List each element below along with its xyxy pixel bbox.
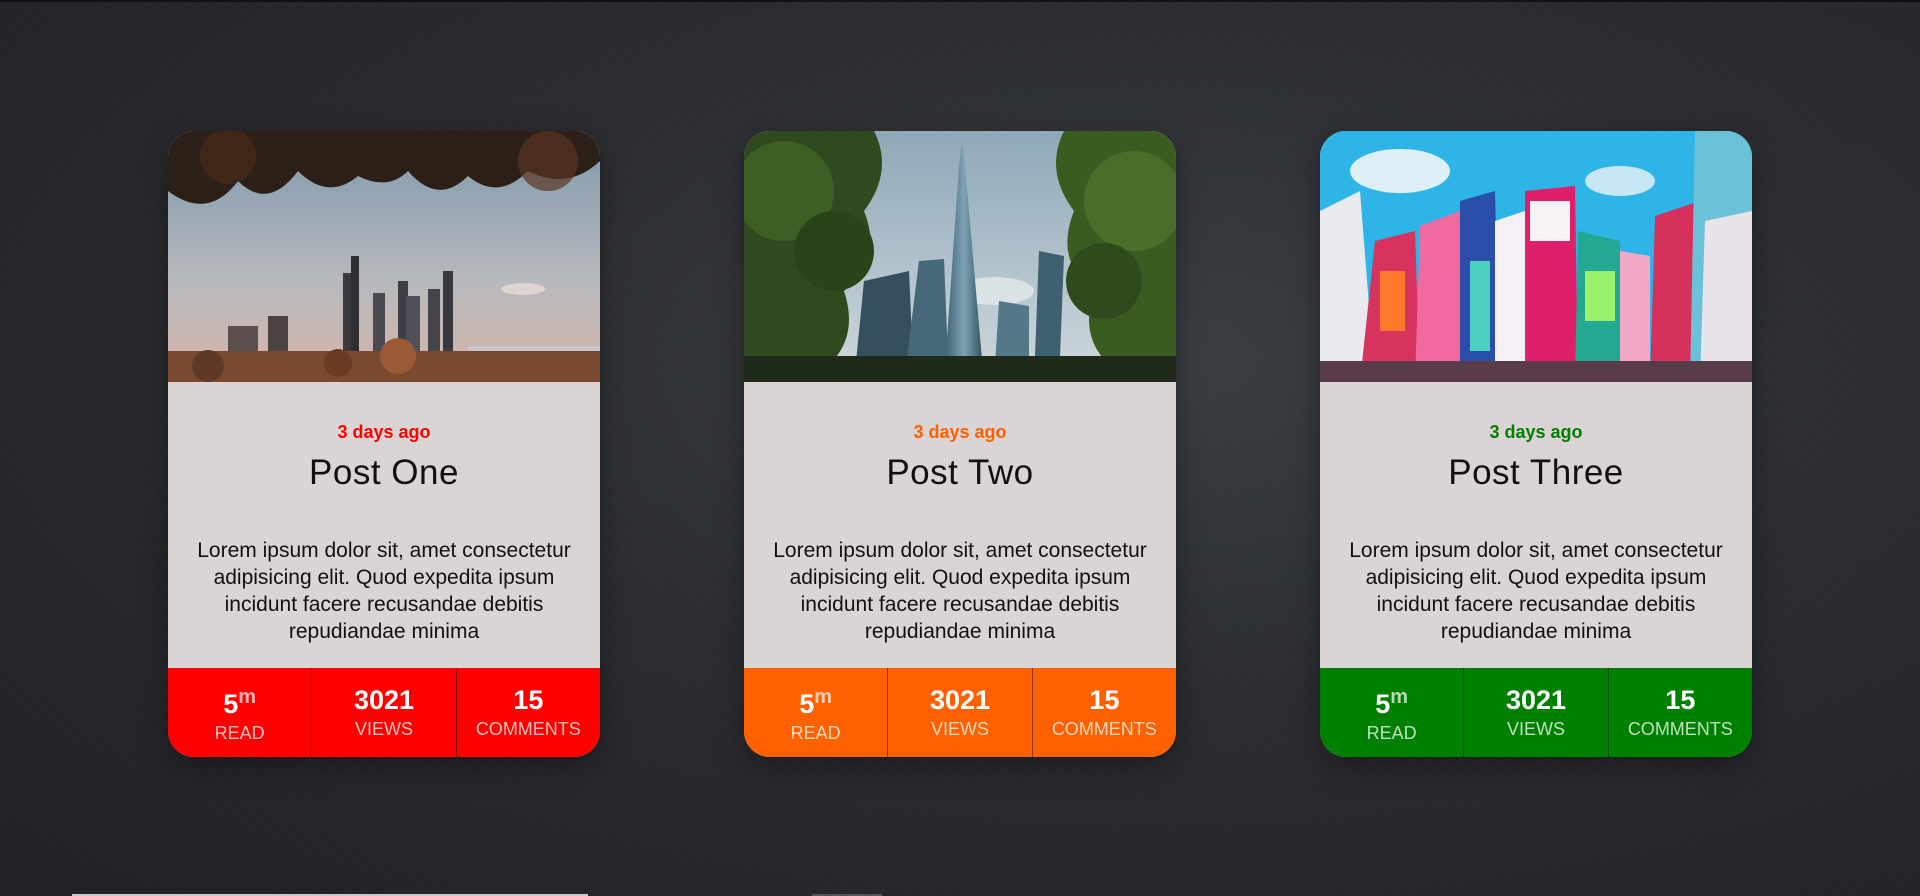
stat-comments[interactable]: 15 COMMENTS <box>1609 668 1752 757</box>
stat-views: 3021 VIEWS <box>888 668 1033 757</box>
post-two-image <box>744 131 1176 382</box>
post-one-body: 3 days ago Post One Lorem ipsum dolor si… <box>168 382 600 668</box>
post-stats: 5m READ 3021 VIEWS 15 COMMENTS <box>744 668 1176 757</box>
read-time-value: 5m <box>223 685 257 719</box>
views-value: 3021 <box>1505 685 1567 715</box>
post-three-body: 3 days ago Post Three Lorem ipsum dolor … <box>1320 382 1752 668</box>
stat-read: 5m READ <box>1320 668 1465 757</box>
post-description: Lorem ipsum dolor sit, amet consectetur … <box>197 539 571 643</box>
read-time-unit: m <box>814 685 833 708</box>
stat-views: 3021 VIEWS <box>1464 668 1609 757</box>
stat-comments[interactable]: 15 COMMENTS <box>1033 668 1176 757</box>
post-card-two[interactable]: 3 days ago Post Two Lorem ipsum dolor si… <box>744 131 1176 757</box>
post-title[interactable]: Post Three <box>1320 453 1752 493</box>
post-description: Lorem ipsum dolor sit, amet consectetur … <box>1349 539 1723 643</box>
stat-views: 3021 VIEWS <box>312 668 457 757</box>
comments-label: COMMENTS <box>475 719 581 739</box>
read-label: READ <box>214 722 265 743</box>
post-date: 3 days ago <box>1489 422 1583 442</box>
post-one-image <box>168 131 600 382</box>
comments-value: 15 <box>1089 685 1120 715</box>
post-three-image <box>1320 131 1752 382</box>
read-time-value: 5m <box>799 685 833 719</box>
views-value: 3021 <box>929 685 991 715</box>
post-card-one[interactable]: 3 days ago Post One Lorem ipsum dolor si… <box>168 131 600 757</box>
post-date: 3 days ago <box>337 422 431 442</box>
comments-value: 15 <box>513 685 544 715</box>
read-label: READ <box>1366 722 1417 743</box>
post-title[interactable]: Post Two <box>744 453 1176 493</box>
post-date: 3 days ago <box>913 422 1007 442</box>
stat-read: 5m READ <box>744 668 889 757</box>
post-card-three[interactable]: 3 days ago Post Three Lorem ipsum dolor … <box>1320 131 1752 757</box>
post-title[interactable]: Post One <box>168 453 600 493</box>
stat-comments[interactable]: 15 COMMENTS <box>457 668 600 757</box>
read-label: READ <box>790 722 841 743</box>
comments-label: COMMENTS <box>1051 719 1157 739</box>
stat-read: 5m READ <box>168 668 313 757</box>
views-label: VIEWS <box>354 719 413 739</box>
post-two-body: 3 days ago Post Two Lorem ipsum dolor si… <box>744 382 1176 668</box>
read-time-value: 5m <box>1375 685 1409 719</box>
views-label: VIEWS <box>930 719 989 739</box>
views-label: VIEWS <box>1506 719 1565 739</box>
read-time-unit: m <box>238 685 257 708</box>
post-stats: 5m READ 3021 VIEWS 15 COMMENTS <box>1320 668 1752 757</box>
comments-label: COMMENTS <box>1627 719 1733 739</box>
top-border <box>0 0 1920 2</box>
post-description: Lorem ipsum dolor sit, amet consectetur … <box>773 539 1147 643</box>
read-time-unit: m <box>1390 685 1409 708</box>
comments-value: 15 <box>1665 685 1696 715</box>
post-stats: 5m READ 3021 VIEWS 15 COMMENTS <box>168 668 600 757</box>
views-value: 3021 <box>353 685 415 715</box>
